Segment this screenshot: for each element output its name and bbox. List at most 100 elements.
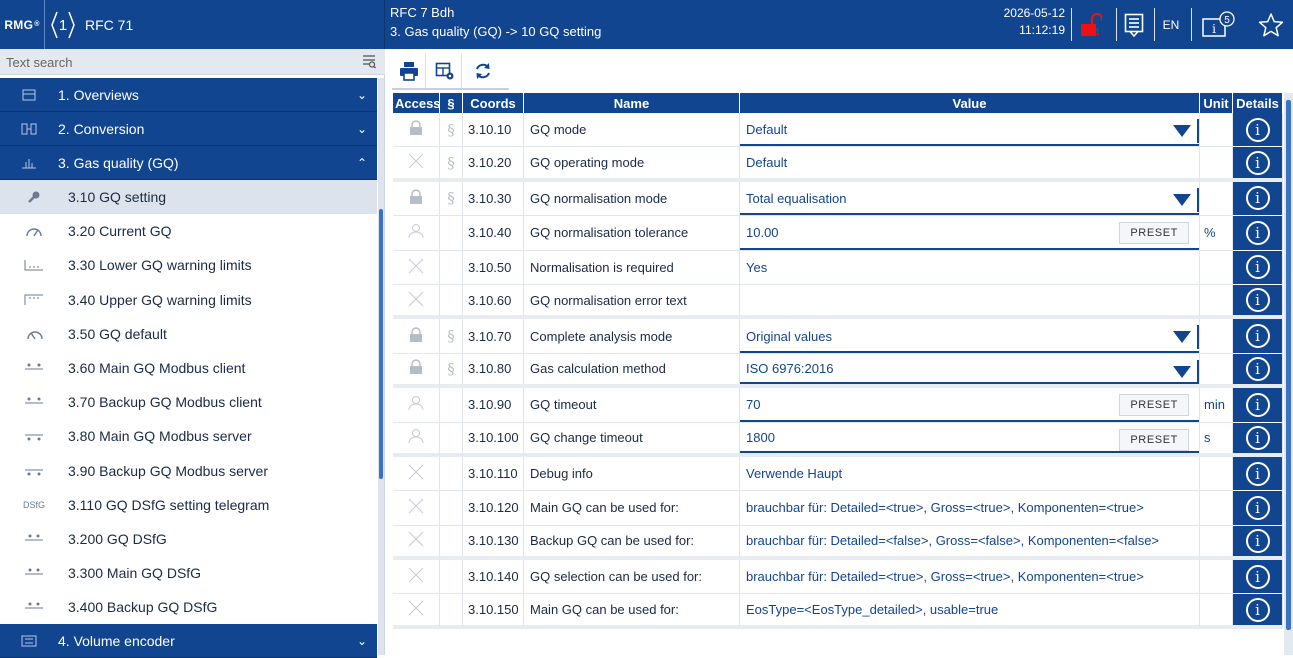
unit-cell xyxy=(1200,250,1233,285)
nav-group-overviews[interactable]: 1. Overviews ⌄ xyxy=(0,78,377,112)
preset-button[interactable]: PRESET xyxy=(1119,222,1189,245)
sidebar-item-upper-gq-warning-limits[interactable]: 3.40 Upper GQ warning limits xyxy=(0,283,377,317)
value-dropdown[interactable]: ISO 6976:2016 xyxy=(740,353,1200,389)
section-empty xyxy=(440,284,463,320)
dropdown-arrow-icon[interactable] xyxy=(1173,365,1191,378)
details-info-icon[interactable]: i xyxy=(1233,456,1283,492)
sidebar-item-backup-gq-dsfg[interactable]: 3.400 Backup GQ DSfG xyxy=(0,590,377,624)
sidebar-item-gq-dsfg[interactable]: 3.200 GQ DSfG xyxy=(0,522,377,556)
value-input[interactable]: 1800 PRESET xyxy=(740,422,1200,457)
table-row: 3.10.60 GQ normalisation error text i xyxy=(393,284,1283,320)
section-icon: § xyxy=(440,353,463,389)
refresh-icon[interactable] xyxy=(466,54,500,88)
col-value[interactable]: Value xyxy=(740,93,1200,113)
value-dropdown[interactable]: Original values xyxy=(740,319,1200,354)
read-only-icon xyxy=(393,250,440,285)
col-coords[interactable]: Coords xyxy=(463,93,524,113)
details-info-icon[interactable]: i xyxy=(1233,216,1283,251)
details-info-icon[interactable]: i xyxy=(1233,181,1283,217)
col-name[interactable]: Name xyxy=(524,93,740,113)
value-dropdown[interactable]: Total equalisation xyxy=(740,181,1200,217)
coord-cell: 3.10.80 xyxy=(463,353,524,389)
preset-button[interactable]: PRESET xyxy=(1119,428,1189,451)
unit-cell: s xyxy=(1200,422,1233,457)
details-info-icon[interactable]: i xyxy=(1233,388,1283,423)
value-input[interactable]: 70 PRESET xyxy=(740,388,1200,423)
device-number-badge[interactable]: 1 xyxy=(45,0,81,49)
details-info-icon[interactable]: i xyxy=(1233,594,1283,629)
sidebar-item-gq-default[interactable]: 3.50 GQ default xyxy=(0,317,377,351)
search-input[interactable] xyxy=(6,52,346,72)
sidebar-item-main-gq-dsfg[interactable]: 3.300 Main GQ DSfG xyxy=(0,556,377,590)
details-info-icon[interactable]: i xyxy=(1233,422,1283,457)
value-dropdown[interactable]: Default xyxy=(740,113,1200,148)
value-cell: brauchbar für: Detailed=<true>, Gross=<t… xyxy=(740,560,1200,595)
dropdown-arrow-icon[interactable] xyxy=(1173,125,1191,137)
table-row: 3.10.50 Normalisation is required Yes i xyxy=(393,250,1283,285)
read-only-icon xyxy=(393,491,440,526)
name-cell: Normalisation is required xyxy=(524,250,740,285)
rmg-logo: RMG ® xyxy=(4,17,40,32)
unlock-icon[interactable] xyxy=(1072,0,1110,49)
sidebar-item-main-gq-modbus-server[interactable]: 3.80 Main GQ Modbus server xyxy=(0,419,377,453)
coord-cell: 3.10.150 xyxy=(463,594,524,629)
sidebar-item-main-gq-modbus-client[interactable]: 3.60 Main GQ Modbus client xyxy=(0,351,377,385)
read-only-icon xyxy=(393,525,440,561)
name-cell: Main GQ can be used for: xyxy=(524,491,740,526)
details-info-icon[interactable]: i xyxy=(1233,525,1283,561)
dropdown-arrow-icon[interactable] xyxy=(1173,193,1191,206)
name-cell: Backup GQ can be used for: xyxy=(524,525,740,561)
table-settings-icon[interactable] xyxy=(428,54,462,88)
clock: 2026-05-12 11:12:19 xyxy=(985,5,1065,39)
details-info-icon[interactable]: i xyxy=(1233,491,1283,526)
info-icon[interactable]: i5 xyxy=(1199,0,1239,49)
details-info-icon[interactable]: i xyxy=(1233,319,1283,354)
read-only-icon xyxy=(393,284,440,320)
sidebar-item-gq-dsfg-setting-telegram[interactable]: DSfG 3.110 GQ DSfG setting telegram xyxy=(0,488,377,522)
details-info-icon[interactable]: i xyxy=(1233,113,1283,148)
table-row: § 3.10.20 GQ operating mode Default i xyxy=(393,147,1283,182)
section-empty xyxy=(440,250,463,285)
protocol-list-icon[interactable] xyxy=(1117,0,1151,49)
print-icon[interactable] xyxy=(392,54,426,88)
default-gauge-icon xyxy=(0,328,68,340)
main-scrollbar-thumb[interactable] xyxy=(1286,100,1291,630)
name-cell: Main GQ can be used for: xyxy=(524,594,740,629)
nav-group-volume-encoder[interactable]: 4. Volume encoder ⌄ xyxy=(0,624,377,658)
unit-cell xyxy=(1200,353,1233,389)
col-section[interactable]: § xyxy=(440,93,463,113)
toolbar-divider xyxy=(392,88,509,90)
coord-cell: 3.10.50 xyxy=(463,250,524,285)
section-icon: § xyxy=(440,181,463,217)
details-info-icon[interactable]: i xyxy=(1233,147,1283,182)
details-info-icon[interactable]: i xyxy=(1233,560,1283,595)
name-cell: Complete analysis mode xyxy=(524,319,740,354)
col-unit[interactable]: Unit xyxy=(1200,93,1233,113)
sidebar-item-current-gq[interactable]: 3.20 Current GQ xyxy=(0,214,377,248)
sidebar-scrollbar-thumb[interactable] xyxy=(379,209,383,479)
main-toolbar xyxy=(386,49,1293,91)
col-access[interactable]: Access xyxy=(393,93,441,113)
table-row: 3.10.110 Debug info Verwende Haupt i xyxy=(393,456,1283,492)
details-info-icon[interactable]: i xyxy=(1233,284,1283,320)
read-only-icon xyxy=(393,456,440,492)
nav-group-conversion[interactable]: 2. Conversion ⌄ xyxy=(0,112,377,146)
nav-group-gas-quality[interactable]: 3. Gas quality (GQ) ⌃ xyxy=(0,146,377,180)
dropdown-arrow-icon[interactable] xyxy=(1173,331,1191,344)
unit-cell xyxy=(1200,456,1233,492)
dsfg-bus-icon xyxy=(0,567,68,579)
preset-button[interactable]: PRESET xyxy=(1119,394,1189,417)
value-input[interactable]: 10.00 PRESET xyxy=(740,216,1200,251)
sidebar-item-backup-gq-modbus-client[interactable]: 3.70 Backup GQ Modbus client xyxy=(0,385,377,419)
sidebar-item-gq-setting[interactable]: 3.10 GQ setting xyxy=(0,180,377,215)
language-button[interactable]: EN xyxy=(1156,0,1186,49)
favorite-star-icon[interactable] xyxy=(1253,0,1289,49)
details-info-icon[interactable]: i xyxy=(1233,250,1283,285)
sidebar-item-backup-gq-modbus-server[interactable]: 3.90 Backup GQ Modbus server xyxy=(0,454,377,488)
section-empty xyxy=(440,422,463,457)
sidebar-item-lower-gq-warning-limits[interactable]: 3.30 Lower GQ warning limits xyxy=(0,248,377,282)
col-details[interactable]: Details xyxy=(1233,93,1283,113)
details-info-icon[interactable]: i xyxy=(1233,353,1283,389)
unit-cell xyxy=(1200,491,1233,526)
filter-icon[interactable] xyxy=(362,53,376,72)
